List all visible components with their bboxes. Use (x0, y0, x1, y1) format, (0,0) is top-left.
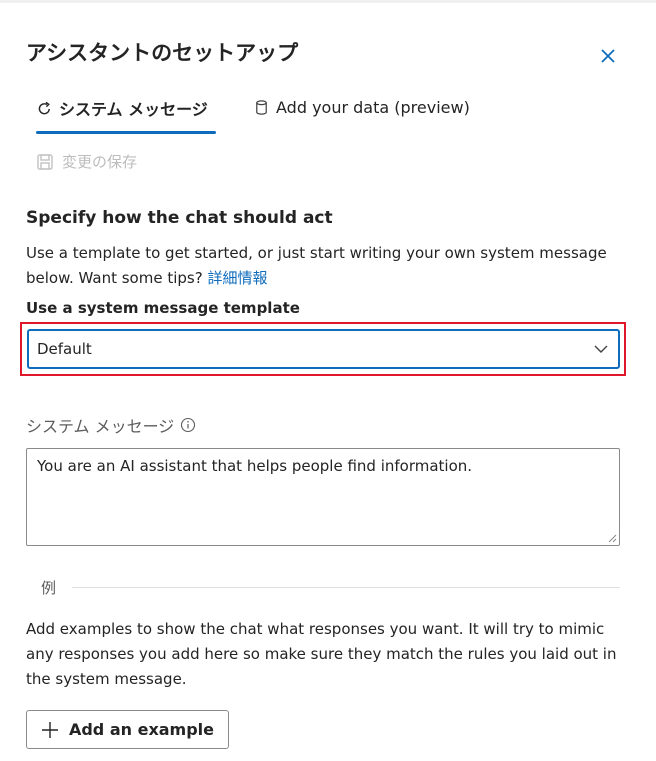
close-icon[interactable] (597, 45, 619, 67)
plus-icon (41, 721, 58, 738)
add-example-button[interactable]: Add an example (26, 710, 229, 749)
learn-more-link[interactable]: 詳細情報 (207, 269, 267, 287)
save-changes-label: 変更の保存 (62, 153, 138, 171)
template-label: Use a system message template (26, 299, 300, 317)
template-dropdown[interactable]: Default (27, 329, 620, 369)
add-example-label: Add an example (68, 720, 215, 739)
tab-add-your-data[interactable]: Add your data (preview) (253, 98, 470, 117)
examples-description: Add examples to show the chat what respo… (26, 620, 617, 688)
system-message-textarea[interactable]: You are an AI assistant that helps peopl… (26, 448, 620, 546)
panel-title: アシスタントのセットアップ (26, 41, 299, 65)
examples-label: 例 (41, 579, 57, 597)
section-heading: Specify how the chat should act (26, 208, 333, 228)
examples-divider (72, 587, 620, 588)
info-icon[interactable] (180, 417, 196, 433)
selected-tab-indicator (36, 131, 216, 134)
assistant-setup-panel: アシスタントのセットアップ システム メッセージ Add your data (… (0, 0, 656, 761)
system-message-text: You are an AI assistant that helps peopl… (37, 457, 473, 475)
tab-system-message[interactable]: システム メッセージ (36, 96, 208, 120)
section-description-text: Use a template to get started, or just s… (26, 244, 607, 287)
tab-system-message-label: システム メッセージ (59, 100, 208, 119)
save-icon (37, 153, 53, 170)
save-changes-button[interactable]: 変更の保存 (36, 151, 137, 172)
system-message-label: システム メッセージ (26, 413, 196, 437)
resize-handle-icon[interactable] (607, 533, 617, 543)
database-icon (256, 100, 267, 115)
tab-add-your-data-label: Add your data (preview) (276, 98, 470, 117)
system-message-label-text: システム メッセージ (26, 417, 175, 436)
refresh-icon (38, 101, 50, 114)
chevron-down-icon (594, 345, 608, 353)
template-selected-value: Default (37, 340, 92, 358)
section-description: Use a template to get started, or just s… (26, 241, 626, 291)
